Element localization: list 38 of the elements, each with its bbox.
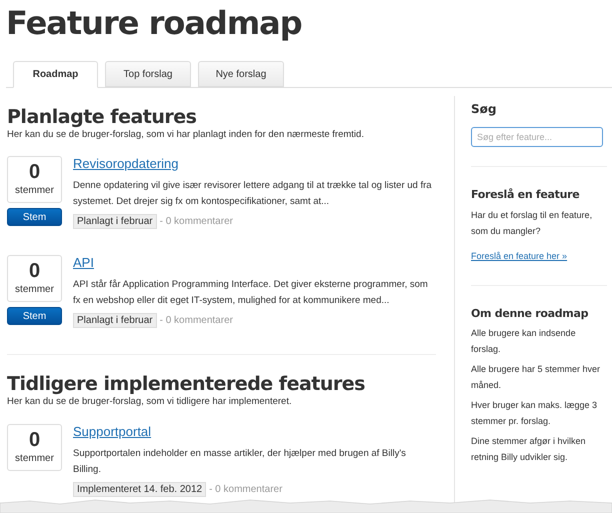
feature-title-link[interactable]: Supportportal xyxy=(73,424,436,440)
section-heading: Tidligere implementerede features xyxy=(7,373,366,396)
comment-count: - 0 kommentarer xyxy=(160,314,233,328)
sidebar-paragraph: Har du et forslag til en feature, som du mangler? xyxy=(471,208,594,238)
feature-title-link[interactable]: API xyxy=(73,255,436,272)
vote-button[interactable]: Stem xyxy=(7,307,62,326)
status-tag: Planlagt i februar xyxy=(73,313,157,328)
section-description: Her kan du se de bruger-forslag, som vi tidligere har implementeret. xyxy=(7,395,293,410)
section-description: Her kan du se de bruger-forslag, som vi har planlagt inden for den nærmeste fremtid. xyxy=(7,128,365,142)
sidebar-paragraph: Dine stemmer afgør i hvilken retning Billy udvikler sig. xyxy=(471,435,587,464)
comment-count: - 0 kommentarer xyxy=(160,215,233,230)
suggest-feature-link[interactable]: Foreslå en feature her » xyxy=(471,250,568,260)
sidebar-heading: Foreslå en feature xyxy=(471,187,580,203)
vote-label: stemmer xyxy=(15,283,54,298)
status-tag: Planlagt i februar xyxy=(73,214,157,230)
sidebar-paragraph: Hver bruger kan maks. lægge 3 stemmer pr. forslag. xyxy=(471,399,598,428)
sidebar-paragraph: Alle brugere kan indsende forslag. xyxy=(471,327,577,356)
sidebar-paragraph: Alle brugere har 5 stemmer hver måned. xyxy=(471,363,602,392)
feature-description: API står får Application Programming Interface. Det giver eksterne programmer, som fx en webshop eller dit eget IT-system, mulighed for at kommunikere med... xyxy=(73,278,429,308)
vote-label: stemmer xyxy=(15,184,54,198)
feature-description: Denne opdatering vil give især revisorer lettere adgang til at trække tal og lister ud fra systemet. Det drejer sig fx om kontospecifikationer, samt at... xyxy=(73,179,433,210)
status-tag: Implementeret 14. feb. 2012 xyxy=(73,482,206,496)
vote-count: 0 xyxy=(28,161,40,184)
tab[interactable]: Nye forslag xyxy=(198,61,284,87)
sidebar-heading: Om denne roadmap xyxy=(471,306,590,322)
tab[interactable]: Top forslag xyxy=(105,61,191,87)
search-heading: Søg xyxy=(471,101,498,118)
page-title: Feature roadmap xyxy=(5,3,303,43)
comment-count: - 0 kommentarer xyxy=(209,482,282,496)
vote-button[interactable]: Stem xyxy=(7,208,62,226)
feature-description: Supportportalen indeholder en masse artikler, der hjælper med brugen af Billy's Billing. xyxy=(73,446,407,476)
vote-count: 0 xyxy=(28,428,40,450)
tab[interactable]: Roadmap xyxy=(13,61,98,88)
search-field[interactable]: Søg efter feature... xyxy=(471,127,603,147)
vote-label: stemmer xyxy=(15,452,54,466)
vote-count: 0 xyxy=(28,260,40,282)
section-heading: Planlagte features xyxy=(7,106,198,128)
feature-title-link[interactable]: Revisoropdatering xyxy=(73,156,436,172)
